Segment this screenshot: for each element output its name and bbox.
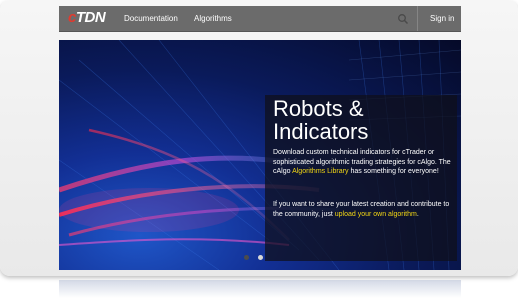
- carousel-dot-1[interactable]: [244, 255, 249, 260]
- hero-description: Download custom technical indicators for…: [273, 148, 455, 177]
- ctdn-logo[interactable]: cTDN: [68, 8, 106, 28]
- hero-description-tail: has something for everyone!: [348, 168, 439, 175]
- nav-divider: [417, 6, 418, 31]
- logo-text: TDN: [75, 9, 106, 26]
- hero-share-text: If you want to share your latest creatio…: [273, 200, 455, 219]
- carousel-indicators: [244, 254, 274, 262]
- logo-prefix: c: [68, 9, 76, 26]
- nav-link-algorithms[interactable]: Algorithms: [194, 6, 232, 31]
- hero-share-tail: .: [416, 210, 419, 218]
- algorithms-library-link[interactable]: Algorithms Library: [292, 168, 348, 175]
- nav-link-documentation[interactable]: Documentation: [124, 6, 178, 31]
- hero-title: Robots & Indicators: [273, 96, 369, 144]
- hero-reflection: [59, 280, 461, 298]
- upload-algorithm-link[interactable]: upload your own algorithm: [335, 211, 417, 218]
- top-navbar: cTDN Documentation Algorithms Sign in: [59, 6, 461, 32]
- search-icon[interactable]: [397, 12, 409, 25]
- carousel-dot-2[interactable]: [258, 255, 263, 260]
- hero-carousel[interactable]: Robots & Indicators Download custom tech…: [59, 40, 461, 270]
- hero-caption-panel: Robots & Indicators Download custom tech…: [265, 95, 457, 261]
- sign-in-link[interactable]: Sign in: [430, 6, 454, 31]
